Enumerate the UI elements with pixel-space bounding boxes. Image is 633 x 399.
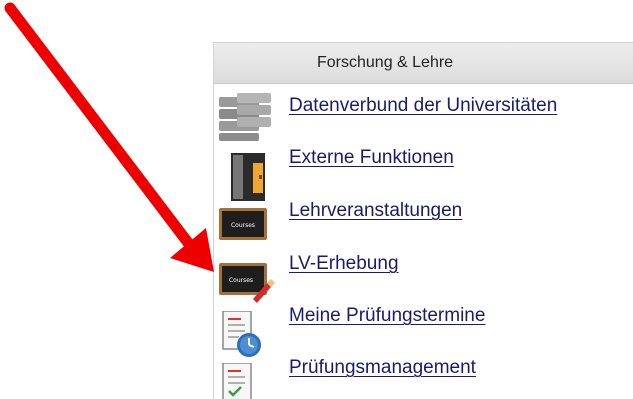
screenshot-stage: Forschung & Lehre Datenverbund der Unive… xyxy=(0,0,633,399)
red-arrow-annotation xyxy=(4,2,214,272)
arrow-shaft xyxy=(4,2,198,254)
